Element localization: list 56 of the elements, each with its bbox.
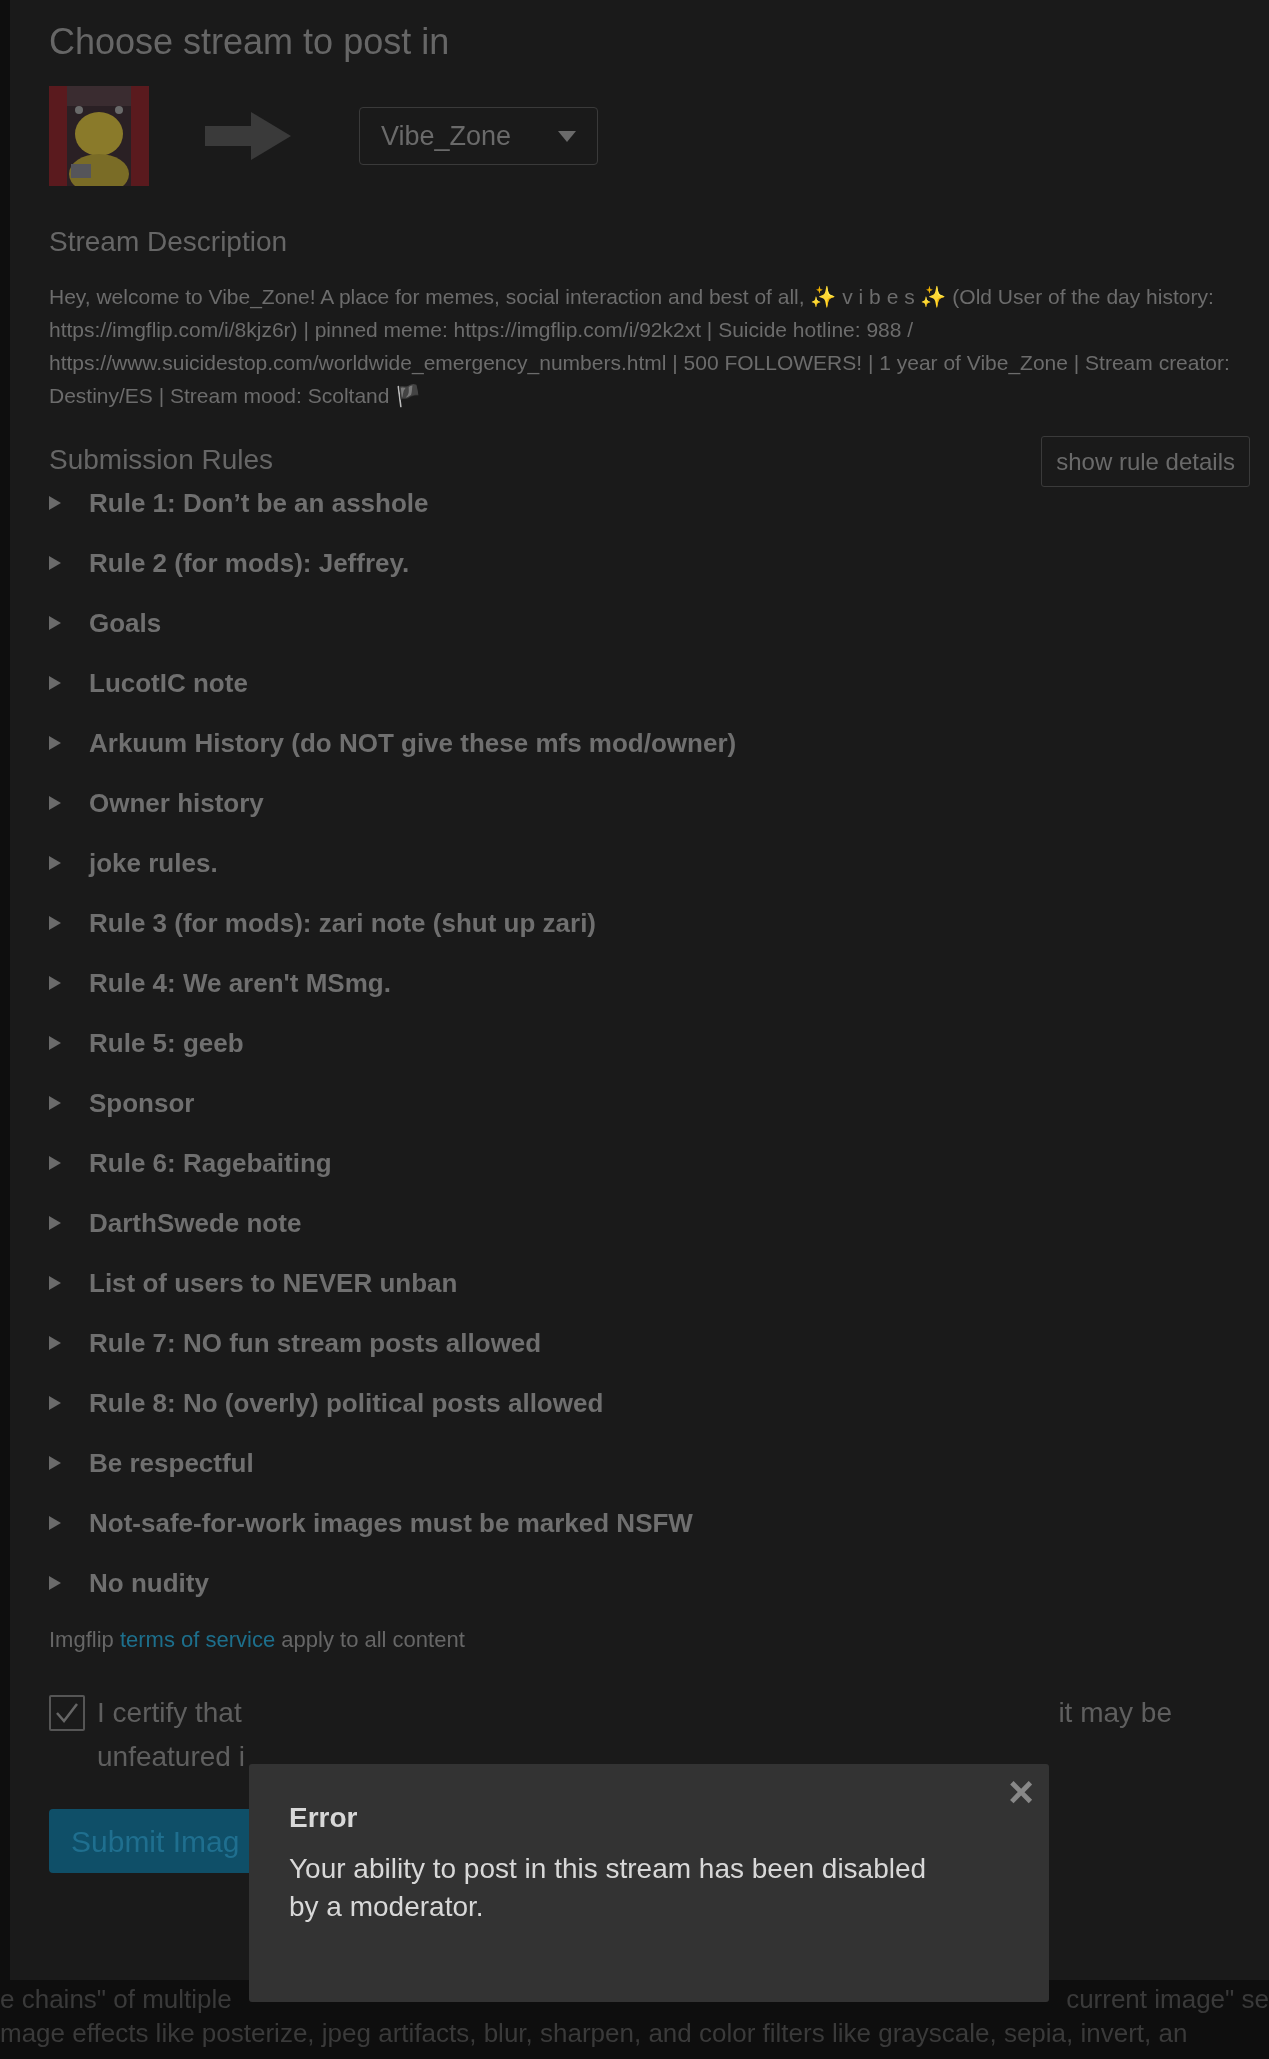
terms-text: Imgflip terms of service apply to all content (49, 1626, 466, 1654)
rule-title[interactable]: Rule 4: We aren't MSmg. (89, 963, 391, 1003)
caret-icon[interactable] (49, 1456, 61, 1470)
rule-title[interactable]: joke rules. (89, 843, 218, 883)
certify-checkbox[interactable] (49, 1695, 85, 1731)
rule-title[interactable]: Arkuum History (do NOT give these mfs mod/owner) (89, 723, 737, 763)
check-icon (55, 1702, 79, 1724)
caret-icon[interactable] (49, 1156, 61, 1170)
certify-text: I certify that (97, 1696, 242, 1730)
close-button[interactable]: × (1001, 1772, 1041, 1812)
caret-icon[interactable] (49, 976, 61, 990)
caret-icon[interactable] (49, 496, 61, 510)
caret-icon[interactable] (49, 1516, 61, 1530)
rule-title[interactable]: Not-safe-for-work images must be marked NSFW (89, 1503, 693, 1543)
rule-title[interactable]: LucotIC note (89, 663, 248, 703)
caret-icon[interactable] (49, 1336, 61, 1350)
rule-title[interactable]: No nudity (89, 1563, 209, 1603)
rule-title[interactable]: Goals (89, 603, 162, 643)
caret-icon[interactable] (49, 616, 61, 630)
show-rule-details-button[interactable]: show rule details (1041, 436, 1250, 487)
error-title: Error (289, 1801, 359, 1835)
error-message: Your ability to post in this stream has been disabled by a moderator. (289, 1852, 928, 1924)
caret-icon[interactable] (49, 556, 61, 570)
caret-icon[interactable] (49, 1276, 61, 1290)
caret-icon[interactable] (49, 1096, 61, 1110)
rule-title[interactable]: Rule 3 (for mods): zari note (shut up zari) (89, 903, 596, 943)
rule-title[interactable]: Rule 8: No (overly) political posts allowed (89, 1383, 604, 1423)
caret-icon[interactable] (49, 1216, 61, 1230)
caret-icon[interactable] (49, 1036, 61, 1050)
certify-text: it may be (1058, 1696, 1172, 1730)
rule-title[interactable]: Rule 2 (for mods): Jeffrey. (89, 543, 410, 583)
section-heading: Submission Rules (49, 443, 274, 477)
rule-title[interactable]: DarthSwede note (89, 1203, 302, 1243)
rule-title[interactable]: Rule 5: geeb (89, 1023, 244, 1063)
section-heading: Stream Description (49, 225, 289, 259)
caret-icon[interactable] (49, 1576, 61, 1590)
caret-icon[interactable] (49, 856, 61, 870)
caret-icon[interactable] (49, 916, 61, 930)
caret-down-icon (558, 130, 576, 142)
rule-title[interactable]: List of users to NEVER unban (89, 1263, 458, 1303)
caret-icon[interactable] (49, 796, 61, 810)
certify-text: unfeatured i (97, 1740, 246, 1774)
dialog-title: Choose stream to post in (49, 20, 451, 64)
stream-dropdown[interactable]: Vibe_Zone (359, 107, 598, 165)
rule-title[interactable]: Owner history (89, 783, 264, 823)
rule-title[interactable]: Rule 1: Don’t be an asshole (89, 483, 429, 523)
caret-icon[interactable] (49, 736, 61, 750)
arrow-icon (205, 112, 291, 160)
rule-title[interactable]: Be respectful (89, 1443, 254, 1483)
terms-link[interactable]: terms of service (119, 1627, 276, 1652)
rule-title[interactable]: Rule 6: Ragebaiting (89, 1143, 332, 1183)
caret-icon[interactable] (49, 676, 61, 690)
rule-title[interactable]: Sponsor (89, 1083, 195, 1123)
rule-title[interactable]: Rule 7: NO fun stream posts allowed (89, 1323, 542, 1363)
stream-description: Hey, welcome to Vibe_Zone! A place for memes, social interaction and best of all, ✨ v i b e s ✨ (Old User of the day history: https://imgflip.com/i/8kjz6r) | pinned meme: https://imgflip.com/i/92k2xt | Suicide hotline: 988 / https://www.suicidestop.com/worldwide_emergency_numbers.html | 500 FOLLOWERS! | 1 year of Vibe_Zone | Stream creator: Destiny/ES | Stream mood: Scoltand 🏴 (49, 284, 1231, 409)
caret-icon[interactable] (49, 1396, 61, 1410)
